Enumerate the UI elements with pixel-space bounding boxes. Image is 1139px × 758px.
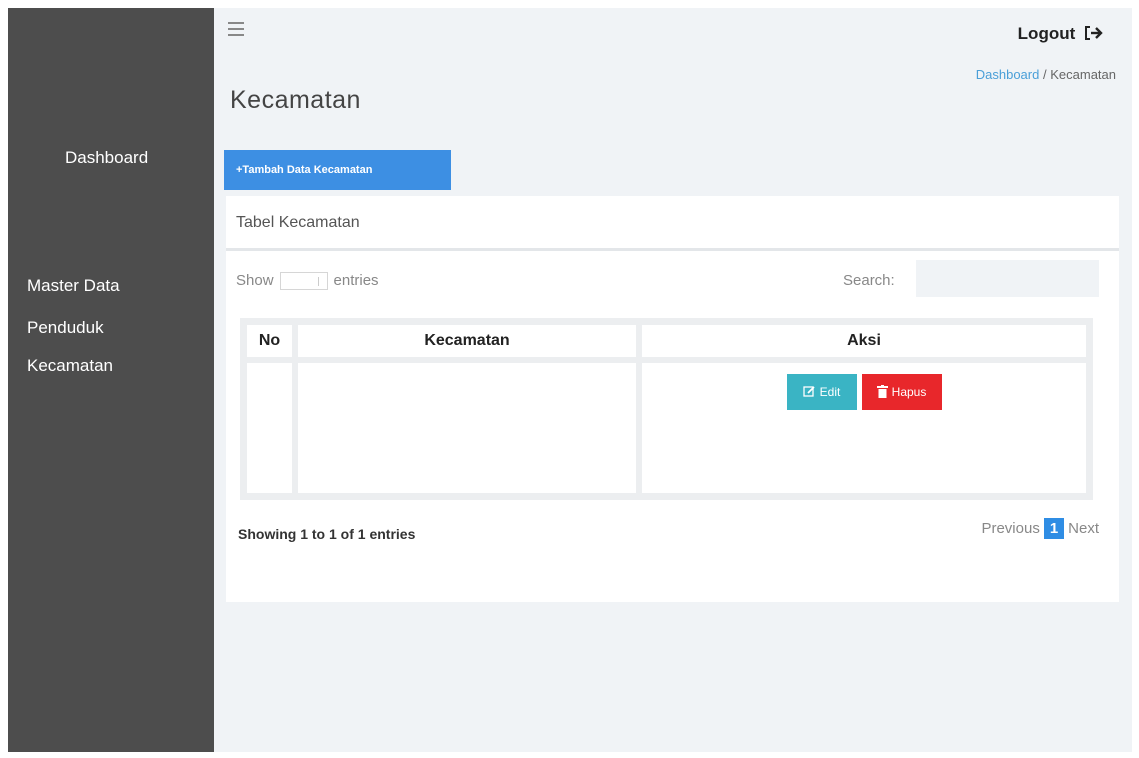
breadcrumb-separator: /: [1042, 67, 1047, 82]
show-label: Show: [236, 272, 274, 289]
table-header-row: No Kecamatan Aksi: [244, 322, 1089, 360]
table-card: Tabel Kecamatan Show entries Search: No K…: [226, 196, 1119, 602]
cell-aksi: Edit Hapus: [639, 360, 1089, 496]
pagination-page-current[interactable]: 1: [1043, 518, 1065, 539]
pagination-next[interactable]: Next: [1068, 520, 1099, 537]
pagination-previous[interactable]: Previous: [981, 520, 1039, 537]
menu-icon[interactable]: [228, 22, 244, 38]
sidebar-item-dashboard[interactable]: Dashboard: [65, 148, 148, 168]
edit-button[interactable]: Edit: [786, 374, 857, 410]
sidebar-item-kecamatan[interactable]: Kecamatan: [27, 356, 113, 376]
table-info: Showing 1 to 1 of 1 entries: [238, 526, 416, 542]
column-header-no[interactable]: No: [244, 322, 295, 360]
edit-label: Edit: [819, 385, 841, 399]
logout-button[interactable]: Logout: [1018, 24, 1104, 44]
logout-label: Logout: [1017, 24, 1076, 43]
card-header: Tabel Kecamatan: [226, 196, 1119, 251]
breadcrumb: Dashboard / Kecamatan: [976, 67, 1116, 82]
add-kecamatan-button[interactable]: +Tambah Data Kecamatan: [224, 150, 451, 190]
column-header-aksi[interactable]: Aksi: [639, 322, 1089, 360]
sidebar: Dashboard Master Data Penduduk Kecamatan: [8, 8, 214, 752]
app-frame: Dashboard Master Data Penduduk Kecamatan…: [8, 8, 1132, 752]
kecamatan-table: No Kecamatan Aksi Edit Hapus: [240, 318, 1093, 500]
cell-kecamatan: [295, 360, 639, 496]
breadcrumb-dashboard-link[interactable]: Dashboard: [976, 67, 1040, 82]
logout-icon: [1079, 24, 1104, 43]
search-input[interactable]: [916, 260, 1099, 297]
show-entries: Show entries: [236, 272, 379, 291]
entries-label: entries: [333, 272, 379, 289]
hapus-button[interactable]: Hapus: [861, 374, 942, 410]
breadcrumb-current: Kecamatan: [1050, 67, 1116, 82]
sidebar-item-penduduk[interactable]: Penduduk: [27, 318, 104, 338]
row-actions: Edit Hapus: [642, 363, 1086, 410]
table-row: Edit Hapus: [244, 360, 1089, 496]
entries-select[interactable]: [279, 272, 328, 291]
cell-no: [244, 360, 295, 496]
hapus-label: Hapus: [891, 385, 927, 399]
sidebar-item-master-data[interactable]: Master Data: [27, 276, 120, 296]
page-title: Kecamatan: [230, 86, 361, 114]
trash-icon: [876, 385, 888, 398]
search-label: Search:: [843, 272, 895, 289]
edit-icon: [803, 386, 815, 397]
pagination: Previous 1 Next: [981, 518, 1099, 539]
main-content: Logout Dashboard / Kecamatan Kecamatan +…: [214, 8, 1132, 752]
card-title: Tabel Kecamatan: [236, 214, 360, 231]
column-header-kecamatan[interactable]: Kecamatan: [295, 322, 639, 360]
